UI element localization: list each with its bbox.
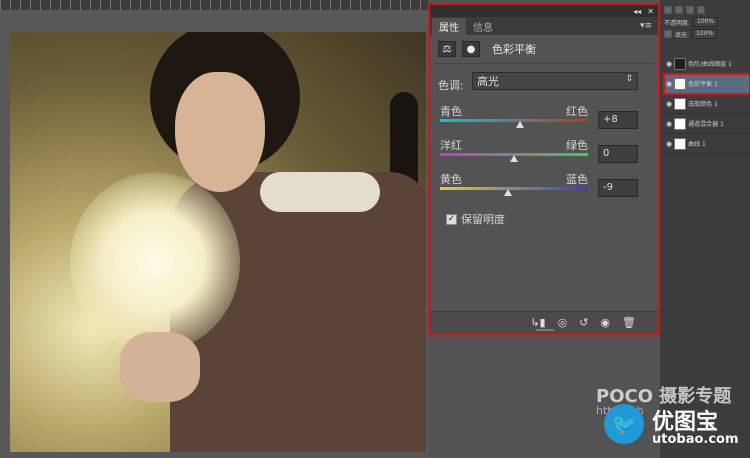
slider-label-green: 绿色 — [566, 139, 588, 152]
tone-label: 色调: — [438, 79, 464, 92]
slider-thumb[interactable] — [510, 155, 518, 162]
layer-name: 通道混合器 1 — [688, 121, 724, 128]
properties-panel: ◂◂ ✕ 属性 信息 ▾≡ ⚖ ● 色彩平衡 色调: 高光 ⇕ 青色 红色 +8… — [428, 3, 660, 335]
photo-flowers — [70, 172, 240, 352]
layer-thumbnail — [674, 77, 687, 90]
canvas-area[interactable] — [0, 10, 428, 458]
layer-thumbnail — [674, 117, 687, 130]
cyan-red-slider[interactable]: 青色 红色 — [440, 103, 588, 128]
layer-row[interactable]: ◉ 曲线 1 — [664, 134, 750, 154]
adjustment-title: 色彩平衡 — [492, 43, 536, 56]
tone-select[interactable]: 高光 ⇕ — [472, 72, 638, 90]
close-icon[interactable]: ✕ — [647, 7, 654, 16]
eye-icon[interactable]: ◉ — [666, 120, 672, 128]
document-photo[interactable] — [10, 32, 426, 452]
bird-logo-icon: 🐦 — [604, 404, 644, 444]
select-arrows-icon: ⇕ — [625, 74, 633, 84]
photo-face — [175, 72, 265, 192]
layer-name: 色彩平衡 1 — [688, 81, 718, 88]
fill-field[interactable]: 100% — [692, 29, 718, 39]
resize-grip[interactable] — [536, 329, 554, 331]
yellow-blue-slider[interactable]: 黄色 蓝色 — [440, 171, 588, 196]
tone-value: 高光 — [477, 75, 499, 88]
fill-row: 填充: 100% — [664, 28, 746, 40]
layers-controls: 不透明度: 100% 填充: 100% — [664, 4, 746, 54]
clip-to-layer-icon[interactable]: ↳▮ — [530, 316, 545, 329]
panel-menu-icon[interactable]: ▾≡ — [640, 21, 652, 31]
filter-icon[interactable] — [686, 6, 694, 14]
slider-thumb[interactable] — [504, 189, 513, 196]
view-previous-icon[interactable]: ◎ — [558, 316, 568, 329]
layer-mask-icon[interactable]: ● — [462, 41, 480, 57]
divider — [434, 63, 654, 64]
slider-label-yellow: 黄色 — [440, 173, 462, 186]
canvas-ruler — [0, 0, 428, 10]
tab-properties[interactable]: 属性 — [432, 18, 466, 35]
tab-info[interactable]: 信息 — [466, 18, 500, 35]
opacity-field[interactable]: 100% — [693, 17, 719, 27]
layer-thumbnail — [674, 57, 687, 70]
collapse-icon[interactable]: ◂◂ — [633, 7, 641, 16]
visibility-icon[interactable]: ◉ — [600, 316, 610, 329]
eye-icon[interactable]: ◉ — [666, 60, 672, 68]
layer-name: 色阶/曲线图层 1 — [688, 61, 732, 68]
slider-label-cyan: 青色 — [440, 105, 462, 118]
filter-icon[interactable] — [664, 6, 672, 14]
cyan-red-value[interactable]: +8 — [598, 111, 638, 129]
preserve-luminosity-label: 保留明度 — [461, 213, 505, 226]
slider-label-magenta: 洋红 — [440, 139, 462, 152]
lock-icon[interactable] — [664, 30, 672, 38]
magenta-green-slider[interactable]: 洋红 绿色 — [440, 137, 588, 162]
delete-icon[interactable]: 🗑 — [622, 316, 636, 329]
fill-label: 填充: — [675, 31, 690, 39]
photo-collar — [260, 172, 380, 212]
slider-track[interactable] — [440, 187, 588, 190]
slider-label-red: 红色 — [566, 105, 588, 118]
eye-icon[interactable]: ◉ — [666, 80, 672, 88]
preserve-luminosity-checkbox[interactable]: ✓ 保留明度 — [446, 211, 505, 227]
filter-icon[interactable] — [697, 6, 705, 14]
layer-thumbnail — [674, 97, 687, 110]
layer-name: 曲线 1 — [688, 141, 706, 148]
panel-tabs: 属性 信息 ▾≡ — [430, 17, 658, 35]
layer-row[interactable]: ◉ 选取颜色 1 — [664, 94, 750, 114]
layer-row[interactable]: ◉ 色阶/曲线图层 1 — [664, 54, 750, 74]
eye-icon[interactable]: ◉ — [666, 100, 672, 108]
eye-icon[interactable]: ◉ — [666, 140, 672, 148]
slider-thumb[interactable] — [515, 121, 524, 128]
reset-icon[interactable]: ↺ — [579, 316, 588, 329]
yellow-blue-value[interactable]: -9 — [598, 179, 638, 197]
photo-hand — [120, 332, 200, 402]
slider-track[interactable] — [440, 119, 588, 122]
layer-filter-row — [664, 4, 746, 16]
slider-label-blue: 蓝色 — [566, 173, 588, 186]
opacity-label: 不透明度: — [664, 19, 691, 27]
brand-url: utobao.com — [652, 432, 739, 447]
layer-name: 选取颜色 1 — [688, 101, 718, 108]
panel-header: ◂◂ ✕ — [430, 5, 658, 17]
opacity-row: 不透明度: 100% — [664, 16, 746, 28]
layer-row[interactable]: ◉ 通道混合器 1 — [664, 114, 750, 134]
filter-icon[interactable] — [675, 6, 683, 14]
balance-icon: ⚖ — [438, 41, 456, 57]
layer-row-selected[interactable]: ◉ 色彩平衡 1 — [663, 73, 750, 95]
panel-footer: ↳▮ ◎ ↺ ◉ 🗑 — [430, 311, 658, 333]
magenta-green-value[interactable]: 0 — [598, 145, 638, 163]
layers-list: ◉ 色阶/曲线图层 1 ◉ 色彩平衡 1 ◉ 选取颜色 1 ◉ 通道混合器 1 … — [663, 54, 750, 154]
checkbox-box[interactable]: ✓ — [446, 213, 457, 225]
layer-thumbnail — [674, 137, 687, 150]
adjustment-header: ⚖ ● 色彩平衡 — [438, 41, 536, 57]
